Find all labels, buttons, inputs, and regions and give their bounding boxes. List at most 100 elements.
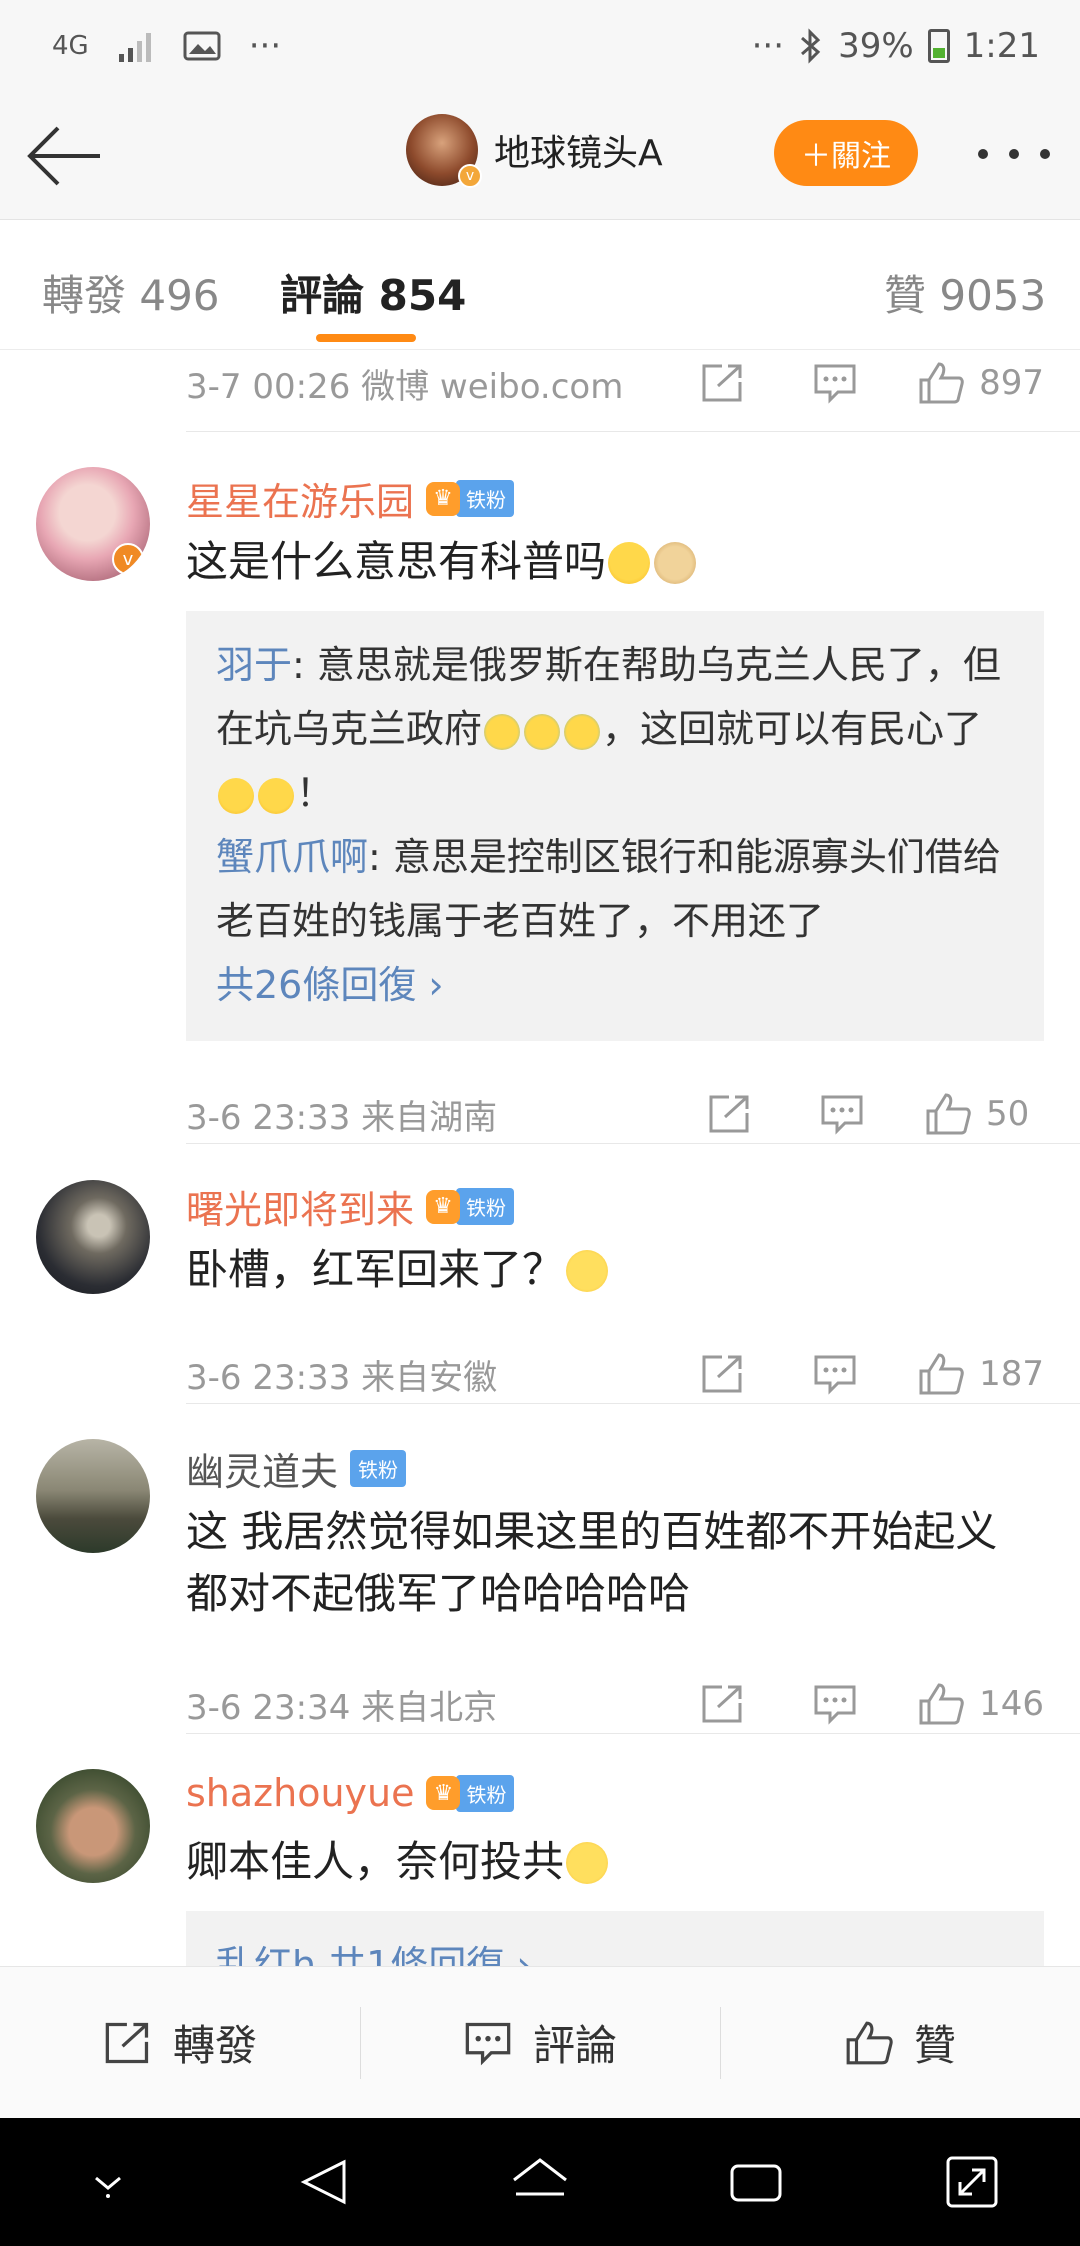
share-button[interactable]	[693, 1349, 753, 1399]
avatar[interactable]: v	[36, 467, 150, 581]
page-title[interactable]: 地球镜头A	[494, 124, 663, 176]
username[interactable]: 曙光即将到来	[186, 1179, 414, 1234]
view-more-replies-link[interactable]: 共26條回復 ›	[216, 953, 1014, 1017]
reply-button[interactable]	[812, 1089, 872, 1139]
nav-collapse-button[interactable]	[68, 2142, 148, 2222]
tab-reposts[interactable]: 轉發 496	[42, 262, 220, 323]
comment-button[interactable]: 評論	[360, 1967, 720, 2118]
share-button[interactable]	[693, 1679, 753, 1729]
like-button[interactable]: 187	[917, 1351, 1044, 1397]
reply-button[interactable]	[805, 1679, 865, 1729]
nav-expand-button[interactable]	[932, 2142, 1012, 2222]
scream-emoji-icon	[608, 542, 651, 584]
avatar[interactable]	[36, 1769, 150, 1883]
like-count: 146	[979, 1684, 1044, 1724]
header: v 地球镜头A ＋關注	[0, 92, 1080, 220]
comment-meta: 3-6 23:33 来自安徽	[186, 1357, 498, 1398]
comment-text: 这是什么意思有科普吗	[186, 531, 1030, 593]
like-button[interactable]: 897	[917, 360, 1044, 406]
share-icon	[709, 1095, 749, 1133]
share-icon	[702, 364, 742, 402]
recents-icon	[730, 2164, 782, 2202]
nav-home-button[interactable]	[500, 2142, 580, 2222]
view-more-replies-link[interactable]: 乱红h 共1條回復 ›	[216, 1933, 1014, 1966]
fan-badge: ♛ 铁粉	[426, 1188, 515, 1225]
thumbs-up-icon	[919, 1353, 964, 1395]
reply-button[interactable]	[805, 358, 865, 408]
like-button[interactable]: 50	[924, 1091, 1044, 1137]
reply-button[interactable]	[805, 1349, 865, 1399]
follow-button[interactable]: ＋關注	[774, 120, 918, 186]
comment-meta-row: 3-6 23:34 来自北京 146	[186, 1674, 1044, 1734]
username-row: 曙光即将到来 ♛ 铁粉	[186, 1179, 515, 1234]
comment-meta: 3-6 23:33 来自湖南	[186, 1097, 498, 1138]
system-navigation-bar	[0, 2118, 1080, 2246]
tab-comments[interactable]: 評論 854	[280, 262, 466, 323]
repost-button[interactable]: 轉發	[0, 1967, 360, 2118]
username[interactable]: 星星在游乐园	[186, 471, 414, 526]
username[interactable]: 幽灵道夫	[186, 1441, 338, 1496]
battery-icon	[927, 29, 950, 63]
username-row: shazhouyue ♛ 铁粉	[186, 1771, 515, 1815]
username[interactable]: shazhouyue	[186, 1771, 414, 1815]
header-profile[interactable]: v 地球镜头A	[406, 114, 663, 188]
crown-icon: ♛	[426, 481, 461, 516]
verified-badge-icon: v	[458, 164, 482, 188]
share-icon	[105, 2022, 149, 2063]
nav-back-button[interactable]	[284, 2142, 364, 2222]
expand-icon	[946, 2156, 998, 2208]
comment-actions: 50	[648, 1089, 1044, 1139]
comment-label: 評論	[532, 2021, 617, 2070]
avatar[interactable]	[36, 1439, 150, 1553]
share-button[interactable]	[693, 358, 753, 408]
comment-actions: 187	[641, 1349, 1044, 1399]
tab-indicator	[316, 334, 416, 342]
comment-text: 这 我居然觉得如果这里的百姓都不开始起义都对不起俄军了哈哈哈哈哈	[186, 1501, 1030, 1625]
comment-actions: 146	[641, 1679, 1044, 1729]
reply-preview[interactable]: 乱红h 共1條回復 ›	[186, 1911, 1044, 1966]
comment-icon	[814, 1355, 856, 1395]
comment-text: 卿本佳人，奈何投共	[186, 1831, 1030, 1893]
comment-icon	[814, 1685, 856, 1725]
chevron-down-icon	[95, 2176, 121, 2198]
divider	[186, 1403, 1080, 1404]
back-triangle-icon	[300, 2159, 346, 2205]
share-button[interactable]	[700, 1089, 760, 1139]
nav-recents-button[interactable]	[716, 2142, 796, 2222]
back-button[interactable]	[26, 118, 106, 194]
share-icon	[702, 1685, 742, 1723]
repost-label: 轉發	[172, 2021, 257, 2070]
back-arrow-icon	[27, 126, 100, 186]
battery-percent: 39%	[838, 26, 914, 66]
comment-meta-row: 3-6 23:33 来自湖南 50	[186, 1084, 1044, 1144]
laugh-cry-emoji-icon	[524, 714, 561, 750]
more-options-button[interactable]	[978, 134, 1050, 174]
image-icon	[183, 31, 221, 61]
like-button[interactable]: 贊	[720, 1967, 1080, 2118]
reply-text-tail: ，这回就可以有民心了	[602, 707, 983, 751]
thumbs-up-icon	[846, 2021, 893, 2064]
reply-text-end: ！	[296, 771, 335, 815]
tab-likes[interactable]: 贊 9053	[884, 262, 1046, 323]
reply-username[interactable]: 羽于	[216, 643, 292, 687]
like-label: 贊	[913, 2021, 956, 2070]
reply-preview[interactable]: 羽于: 意思就是俄罗斯在帮助乌克兰人民了，但在坑乌克兰政府 ，这回就可以有民心了！…	[186, 611, 1044, 1041]
like-count: 897	[979, 363, 1044, 403]
scream-emoji-icon	[258, 778, 294, 814]
avatar[interactable]: v	[406, 114, 482, 188]
comment-list[interactable]: 3-7 00:26 微博 weibo.com 897 v 星星在游乐园 ♛ 铁粉…	[0, 351, 1080, 1966]
comment-text: 卧槽，红军回来了？	[186, 1239, 1030, 1301]
reply-username[interactable]: 蟹爪爪啊	[216, 835, 368, 879]
signal-icon	[118, 33, 151, 62]
comment-meta: 3-7 00:26 微博 weibo.com	[186, 366, 624, 407]
avatar[interactable]	[36, 1180, 150, 1294]
like-button[interactable]: 146	[917, 1681, 1044, 1727]
comment-meta-row: 3-6 23:33 来自安徽 187	[186, 1344, 1044, 1404]
comment-meta-row: 3-7 00:26 微博 weibo.com 897	[186, 353, 1044, 413]
status-bar: 4G ··· ··· 39% 1:21	[0, 0, 1080, 92]
comment-body: 卧槽，红军回来了？	[186, 1245, 565, 1294]
like-count: 187	[979, 1354, 1044, 1394]
comment-body: 这是什么意思有科普吗	[186, 537, 607, 586]
comment-meta: 3-6 23:34 来自北京	[186, 1687, 498, 1728]
status-right: ··· 39% 1:21	[752, 26, 1040, 66]
